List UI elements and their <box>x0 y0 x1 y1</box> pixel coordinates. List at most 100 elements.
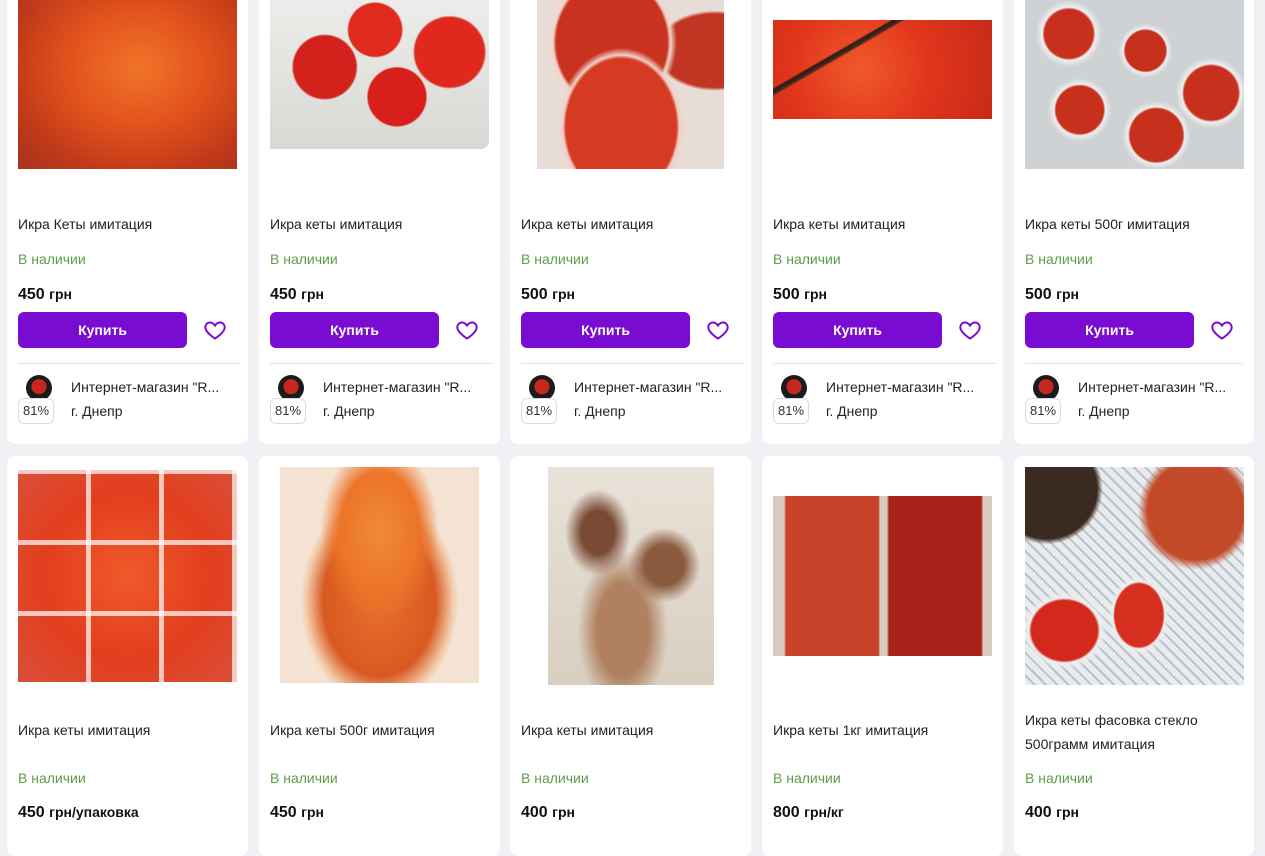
product-price: 450 грн <box>18 286 72 304</box>
seller-city: г. Днепр <box>826 403 878 419</box>
stock-status: В наличии <box>521 770 589 786</box>
seller-rating: 81% <box>18 398 54 424</box>
product-image[interactable] <box>537 0 724 169</box>
stock-status: В наличии <box>773 770 841 786</box>
seller-name[interactable]: Интернет-магазин "R... <box>826 379 994 395</box>
price-value: 500 <box>521 286 548 303</box>
product-card[interactable]: Икра кеты имитация В наличии 400 грн <box>510 456 751 856</box>
buy-button[interactable]: Купить <box>521 312 690 348</box>
price-unit: грн/кг <box>804 804 844 820</box>
product-price: 500 грн <box>521 286 575 304</box>
stock-status: В наличии <box>773 251 841 267</box>
product-title[interactable]: Икра кеты имитация <box>521 718 736 742</box>
price-value: 800 <box>773 804 800 821</box>
product-title[interactable]: Икра кеты 500г имитация <box>1025 212 1240 236</box>
price-value: 450 <box>270 804 297 821</box>
price-unit: грн <box>804 286 827 302</box>
product-image[interactable] <box>18 0 237 169</box>
buy-button[interactable]: Купить <box>1025 312 1194 348</box>
product-card[interactable]: Икра кеты 500г имитация В наличии 500 гр… <box>1014 0 1254 444</box>
heart-icon[interactable] <box>1210 318 1234 342</box>
price-unit: грн <box>552 804 575 820</box>
product-image[interactable] <box>18 470 237 682</box>
price-unit: грн <box>1056 804 1079 820</box>
divider <box>521 363 744 364</box>
product-title[interactable]: Икра кеты фасовка стекло 500грамм имитац… <box>1025 708 1240 756</box>
product-card[interactable]: Икра кеты имитация В наличии 500 грн Куп… <box>510 0 751 444</box>
stock-status: В наличии <box>270 251 338 267</box>
product-price: 800 грн/кг <box>773 804 844 822</box>
divider <box>773 363 996 364</box>
product-card[interactable]: Икра кеты имитация В наличии 450 грн Куп… <box>259 0 500 444</box>
divider <box>270 363 493 364</box>
stock-status: В наличии <box>1025 770 1093 786</box>
price-unit: грн <box>301 286 324 302</box>
price-unit: грн/упаковка <box>49 804 139 820</box>
product-price: 450 грн <box>270 286 324 304</box>
product-title[interactable]: Икра кеты 1кг имитация <box>773 718 988 742</box>
product-card[interactable]: Икра Кеты имитация В наличии 450 грн Куп… <box>7 0 248 444</box>
product-title[interactable]: Икра кеты имитация <box>18 718 233 742</box>
buy-button[interactable]: Купить <box>18 312 187 348</box>
product-image[interactable] <box>548 467 714 685</box>
price-value: 450 <box>18 804 45 821</box>
product-title[interactable]: Икра кеты имитация <box>521 212 736 236</box>
buy-button[interactable]: Купить <box>773 312 942 348</box>
heart-icon[interactable] <box>958 318 982 342</box>
price-value: 400 <box>1025 804 1052 821</box>
product-card[interactable]: Икра кеты фасовка стекло 500грамм имитац… <box>1014 456 1254 856</box>
product-price: 400 грн <box>521 804 575 822</box>
product-price: 450 грн/упаковка <box>18 804 139 822</box>
seller-name[interactable]: Интернет-магазин "R... <box>1078 379 1246 395</box>
price-value: 450 <box>270 286 297 303</box>
product-card[interactable]: Икра кеты имитация В наличии 450 грн/упа… <box>7 456 248 856</box>
stock-status: В наличии <box>521 251 589 267</box>
heart-icon[interactable] <box>706 318 730 342</box>
stock-status: В наличии <box>18 251 86 267</box>
heart-icon[interactable] <box>455 318 479 342</box>
seller-rating: 81% <box>773 398 809 424</box>
seller-city: г. Днепр <box>323 403 375 419</box>
buy-button[interactable]: Купить <box>270 312 439 348</box>
price-value: 500 <box>773 286 800 303</box>
price-unit: грн <box>552 286 575 302</box>
seller-name[interactable]: Интернет-магазин "R... <box>71 379 239 395</box>
stock-status: В наличии <box>270 770 338 786</box>
product-price: 450 грн <box>270 804 324 822</box>
seller-city: г. Днепр <box>574 403 626 419</box>
seller-name[interactable]: Интернет-магазин "R... <box>323 379 491 395</box>
product-image[interactable] <box>773 20 992 119</box>
product-title[interactable]: Икра кеты имитация <box>773 212 988 236</box>
divider <box>1025 363 1243 364</box>
heart-icon[interactable] <box>203 318 227 342</box>
seller-rating: 81% <box>521 398 557 424</box>
seller-city: г. Днепр <box>1078 403 1130 419</box>
product-card[interactable]: Икра кеты 500г имитация В наличии 450 гр… <box>259 456 500 856</box>
product-card[interactable]: Икра кеты имитация В наличии 500 грн Куп… <box>762 0 1003 444</box>
product-image[interactable] <box>280 467 479 683</box>
product-title[interactable]: Икра Кеты имитация <box>18 212 233 236</box>
product-card[interactable]: Икра кеты 1кг имитация В наличии 800 грн… <box>762 456 1003 856</box>
price-value: 450 <box>18 286 45 303</box>
product-image[interactable] <box>270 0 489 149</box>
seller-name[interactable]: Интернет-магазин "R... <box>574 379 742 395</box>
stock-status: В наличии <box>18 770 86 786</box>
product-title[interactable]: Икра кеты 500г имитация <box>270 718 485 742</box>
product-image[interactable] <box>1025 467 1244 685</box>
product-price: 500 грн <box>1025 286 1079 304</box>
product-image[interactable] <box>1025 0 1244 169</box>
price-value: 500 <box>1025 286 1052 303</box>
divider <box>18 363 241 364</box>
product-image[interactable] <box>773 496 992 656</box>
seller-rating: 81% <box>270 398 306 424</box>
seller-city: г. Днепр <box>71 403 123 419</box>
price-value: 400 <box>521 804 548 821</box>
price-unit: грн <box>1056 286 1079 302</box>
price-unit: грн <box>49 286 72 302</box>
stock-status: В наличии <box>1025 251 1093 267</box>
price-unit: грн <box>301 804 324 820</box>
product-title[interactable]: Икра кеты имитация <box>270 212 485 236</box>
product-price: 500 грн <box>773 286 827 304</box>
seller-rating: 81% <box>1025 398 1061 424</box>
product-price: 400 грн <box>1025 804 1079 822</box>
